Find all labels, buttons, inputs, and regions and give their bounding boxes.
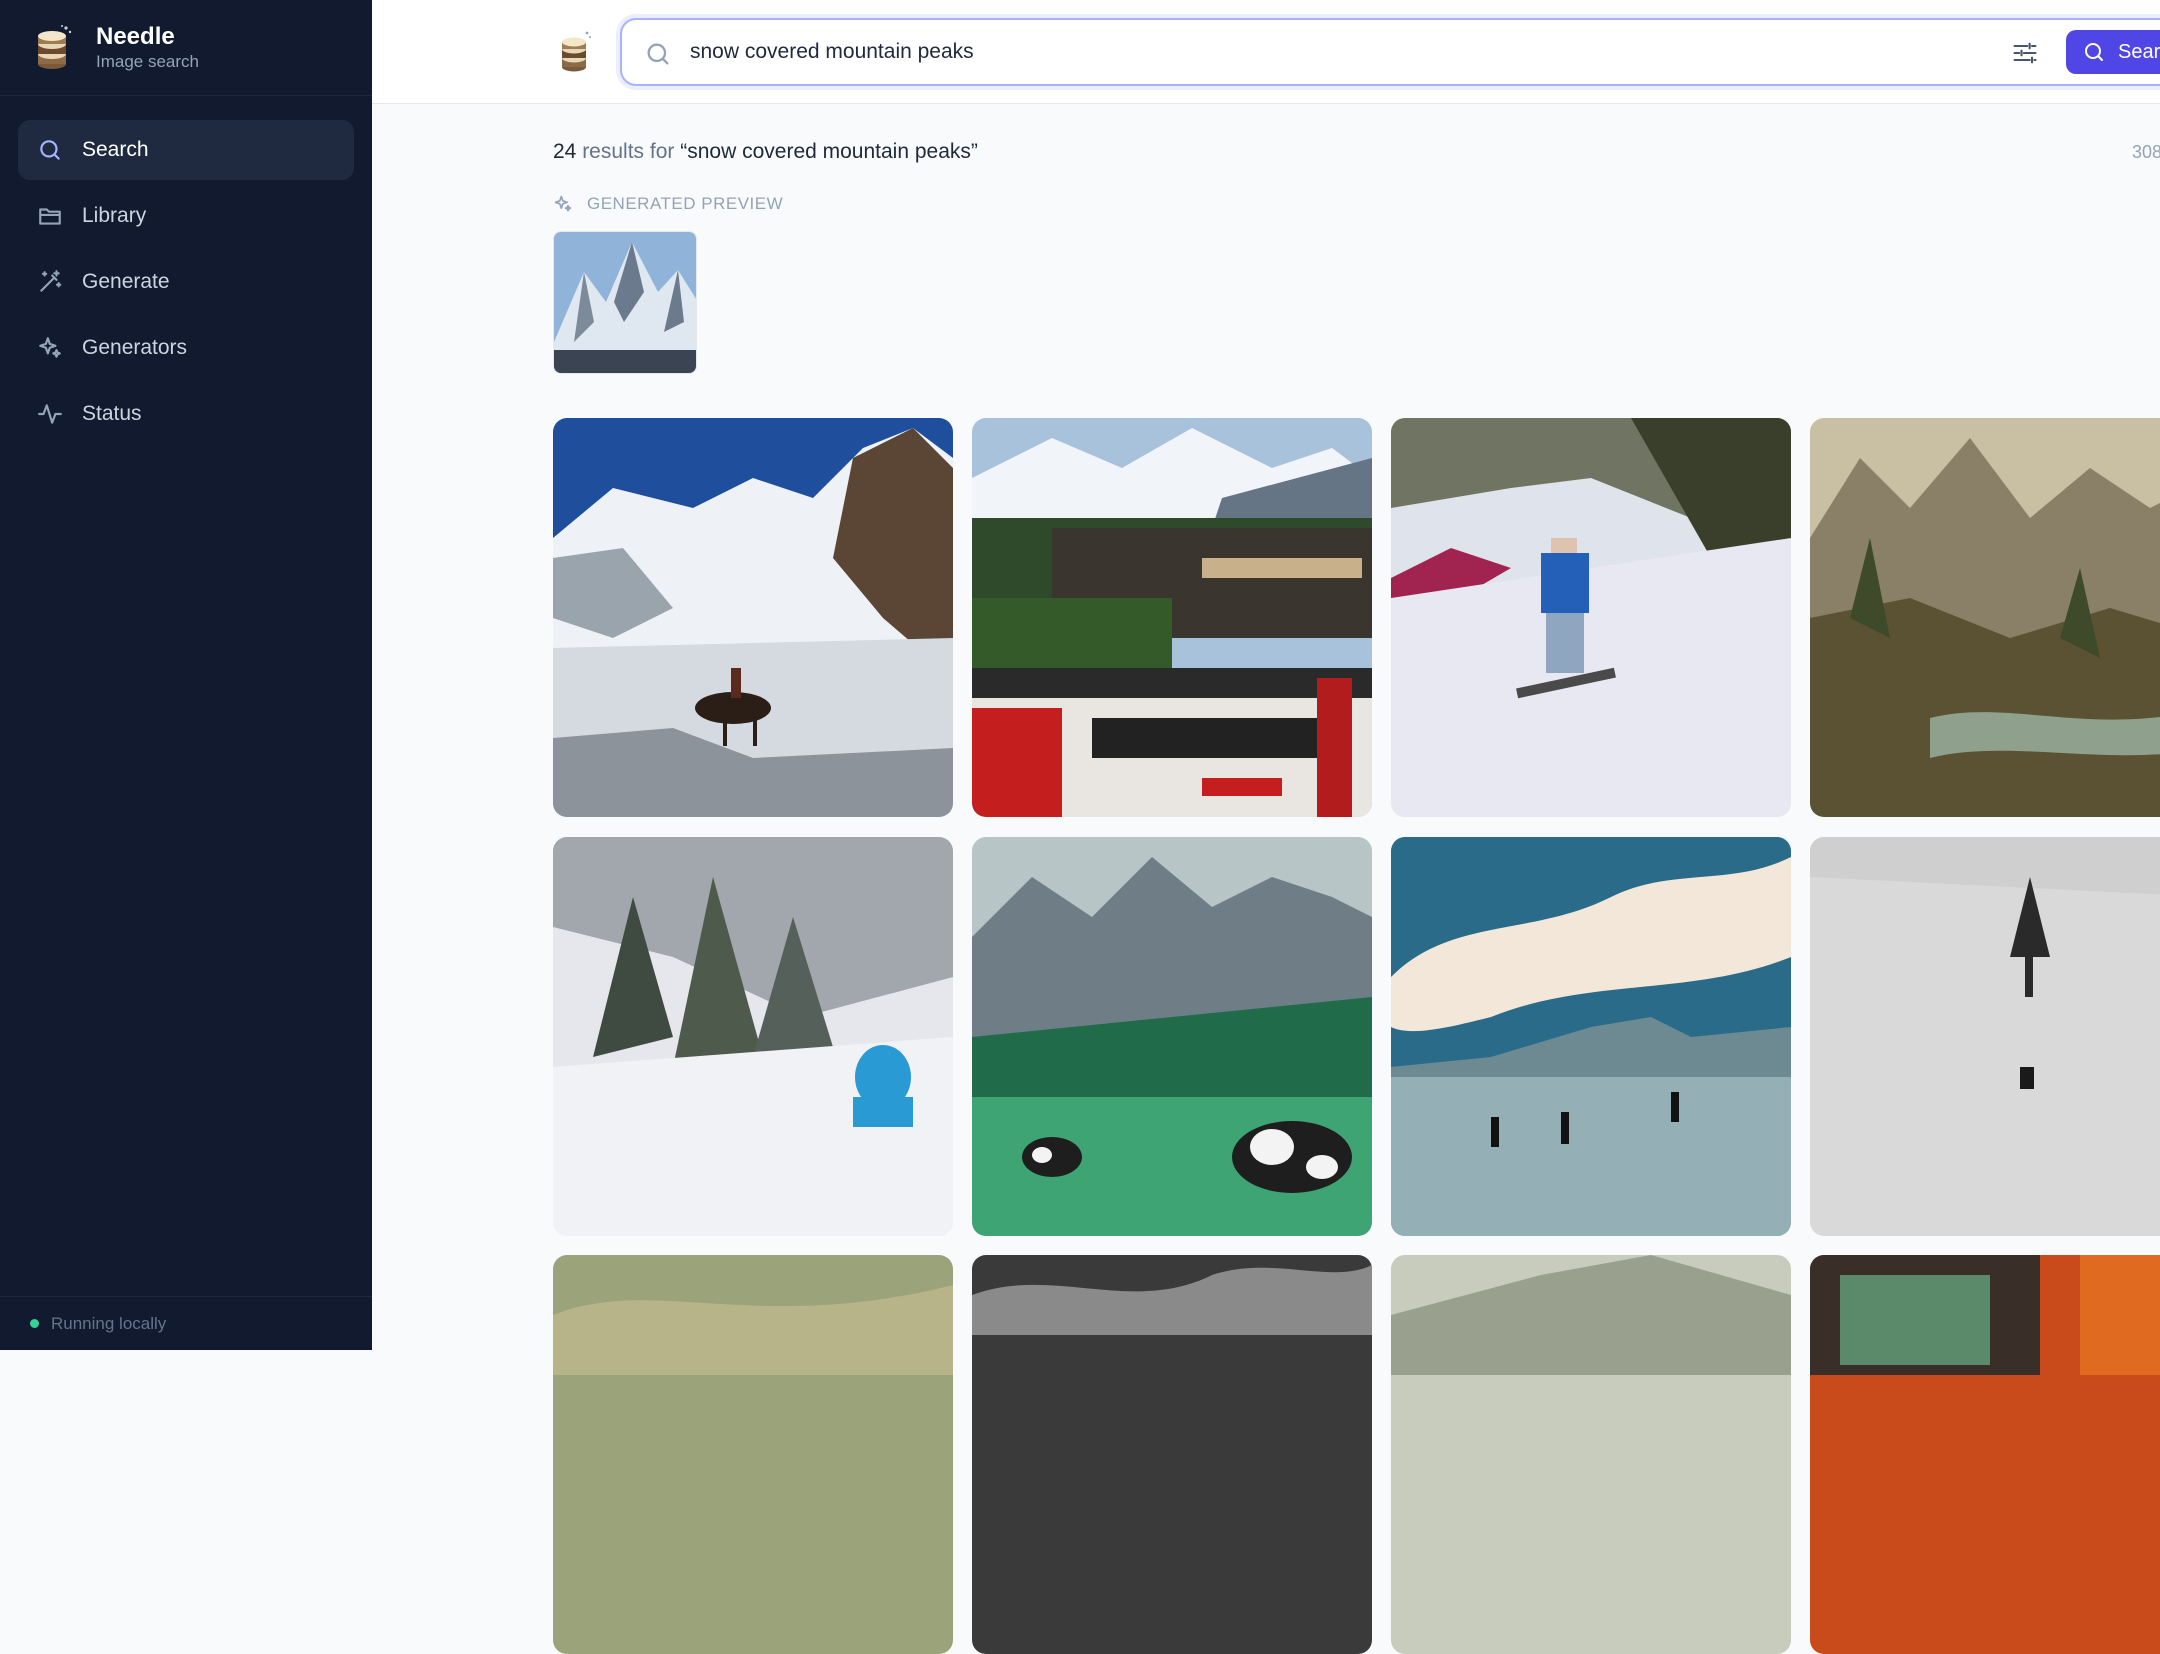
sidebar-item-library[interactable]: Library (18, 186, 354, 246)
brand-subtitle: Image search (96, 51, 199, 71)
sparkles-icon (554, 195, 572, 212)
result-image-11[interactable] (1391, 1255, 1791, 1654)
result-image-7[interactable] (1391, 837, 1791, 1236)
result-image-1[interactable] (553, 418, 953, 817)
sidebar-item-label: Generators (82, 336, 188, 359)
sidebar-item-status[interactable]: Status (18, 384, 354, 444)
sidebar: Needle Image search Search Library Gener… (0, 0, 372, 1350)
result-image-4[interactable] (1810, 418, 2160, 817)
top-bar: Search (372, 0, 2160, 104)
result-image-9[interactable] (553, 1255, 953, 1654)
magic-wand-icon (36, 268, 64, 296)
search-icon (36, 136, 64, 164)
result-image-12[interactable] (1810, 1255, 2160, 1654)
sidebar-nav: Search Library Generate Generators Statu… (0, 96, 372, 444)
results-query: “snow covered mountain peaks” (680, 140, 978, 163)
brand: Needle Image search (0, 0, 372, 96)
result-image-5[interactable] (553, 837, 953, 1236)
sidebar-item-label: Search (82, 138, 149, 161)
needle-logo-icon (562, 31, 591, 72)
sparkles-icon (36, 334, 64, 362)
needle-logo-icon (38, 24, 72, 69)
folder-icon (36, 202, 64, 230)
search-icon (647, 43, 669, 65)
search-bar: Search (620, 18, 2160, 86)
sidebar-item-generators[interactable]: Generators (18, 318, 354, 378)
search-icon (2085, 43, 2103, 61)
filters-button[interactable] (2008, 36, 2042, 70)
result-image-6[interactable] (972, 837, 1372, 1236)
search-button[interactable]: Search (2066, 30, 2160, 74)
sidebar-item-label: Status (82, 402, 142, 425)
status-text: Running locally (51, 1313, 167, 1333)
sidebar-item-label: Generate (82, 270, 170, 293)
results-time: 308 (2132, 142, 2160, 162)
result-image-8[interactable] (1810, 837, 2160, 1236)
brand-name: Needle (96, 22, 175, 50)
sidebar-item-search[interactable]: Search (18, 120, 354, 180)
sidebar-item-label: Library (82, 204, 147, 227)
search-button-label: Search (2118, 40, 2160, 63)
result-image-10[interactable] (972, 1255, 1372, 1654)
results-count: 24 (553, 140, 577, 163)
generated-preview-text: GENERATED PREVIEW (587, 194, 784, 213)
generated-preview-image[interactable] (553, 231, 697, 374)
sidebar-item-generate[interactable]: Generate (18, 252, 354, 312)
status-dot (30, 1319, 39, 1328)
results-text: results for (576, 140, 681, 163)
sliders-icon (2013, 42, 2037, 64)
activity-icon (36, 400, 64, 428)
generated-preview-label: GENERATED PREVIEW (553, 194, 783, 214)
search-input[interactable] (688, 32, 1888, 72)
result-image-3[interactable] (1391, 418, 1791, 817)
result-image-2[interactable] (972, 418, 1372, 817)
results-summary: 24 results for “snow covered mountain pe… (553, 140, 978, 164)
sidebar-footer: Running locally (0, 1296, 372, 1350)
